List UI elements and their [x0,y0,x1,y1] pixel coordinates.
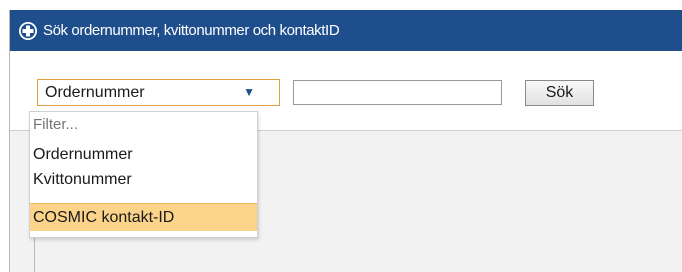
dropdown-option-kvittonummer[interactable]: Kvittonummer [30,167,257,192]
plus-circle-icon [19,22,37,40]
search-type-select[interactable]: Ordernummer ▼ [37,79,280,106]
search-input[interactable] [293,80,502,105]
dropdown-option-cosmic-kontakt-id[interactable]: COSMIC kontakt-ID [30,203,257,231]
dropdown-option-ordernummer[interactable]: Ordernummer [30,142,257,167]
dropdown-filter-input[interactable] [32,113,258,137]
search-type-value: Ordernummer [45,84,145,101]
search-type-dropdown: Ordernummer Kvittonummer COSMIC kontakt-… [29,111,258,238]
dropdown-arrow-icon[interactable]: ▼ [243,85,255,99]
window-title: Sök ordernummer, kvittonummer och kontak… [43,22,340,39]
titlebar: Sök ordernummer, kvittonummer och kontak… [10,10,682,51]
search-button[interactable]: Sök [525,80,594,106]
